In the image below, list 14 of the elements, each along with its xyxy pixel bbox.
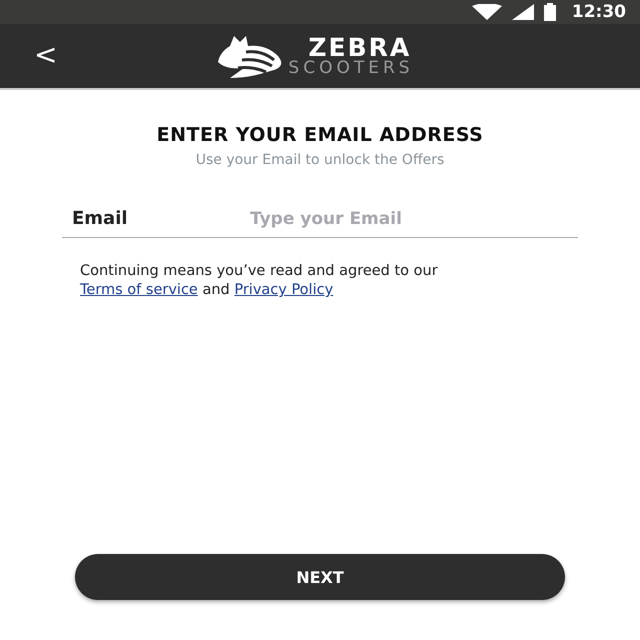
page-subtitle: Use your Email to unlock the Offers xyxy=(196,152,444,168)
brand-name: ZEBRA xyxy=(308,35,412,60)
status-time: 12:30 xyxy=(572,2,626,22)
signal-icon xyxy=(512,4,534,20)
email-label: Email xyxy=(72,208,129,229)
page-title: ENTER YOUR EMAIL ADDRESS xyxy=(156,124,484,146)
policy-link[interactable]: Privacy Policy xyxy=(234,282,334,298)
wifi-icon xyxy=(472,4,502,20)
back-button[interactable]: < xyxy=(28,36,64,73)
brand-subtitle: SCOOTERS xyxy=(288,60,414,77)
battery-icon xyxy=(544,3,556,21)
next-button[interactable]: NEXT xyxy=(75,554,565,600)
policy-link[interactable]: Terms of service xyxy=(80,282,198,298)
consent-text: Continuing means you’ve read and agreed to our Terms of service and Privacy Policy xyxy=(80,262,439,300)
